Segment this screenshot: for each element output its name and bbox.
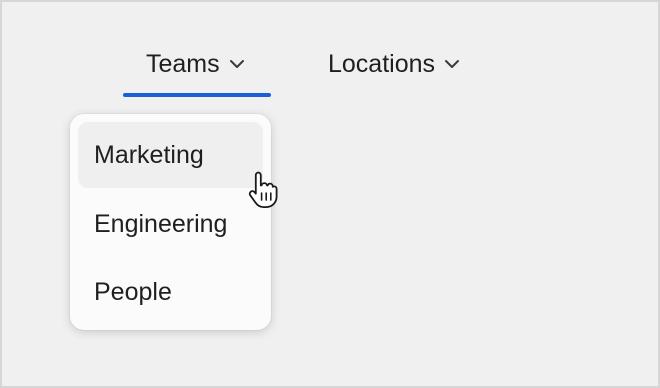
active-tab-indicator: [123, 93, 271, 97]
chevron-down-icon: [443, 55, 461, 73]
teams-dropdown-menu: Marketing Engineering People: [70, 114, 271, 330]
menu-item-label: People: [94, 277, 172, 306]
tab-teams-label: Teams: [146, 50, 220, 78]
menu-item-people[interactable]: People: [78, 258, 263, 326]
tab-teams[interactable]: Teams: [146, 46, 246, 84]
chevron-down-icon: [228, 55, 246, 73]
menu-item-engineering[interactable]: Engineering: [78, 190, 263, 258]
app-window: Teams Locations Marketing Engineering Pe…: [0, 0, 660, 388]
menu-item-marketing[interactable]: Marketing: [78, 122, 263, 188]
menu-item-label: Engineering: [94, 209, 228, 238]
menu-item-label: Marketing: [94, 140, 204, 169]
pointer-hand-icon: [246, 169, 282, 209]
tab-locations[interactable]: Locations: [328, 46, 461, 84]
tab-locations-label: Locations: [328, 50, 436, 78]
